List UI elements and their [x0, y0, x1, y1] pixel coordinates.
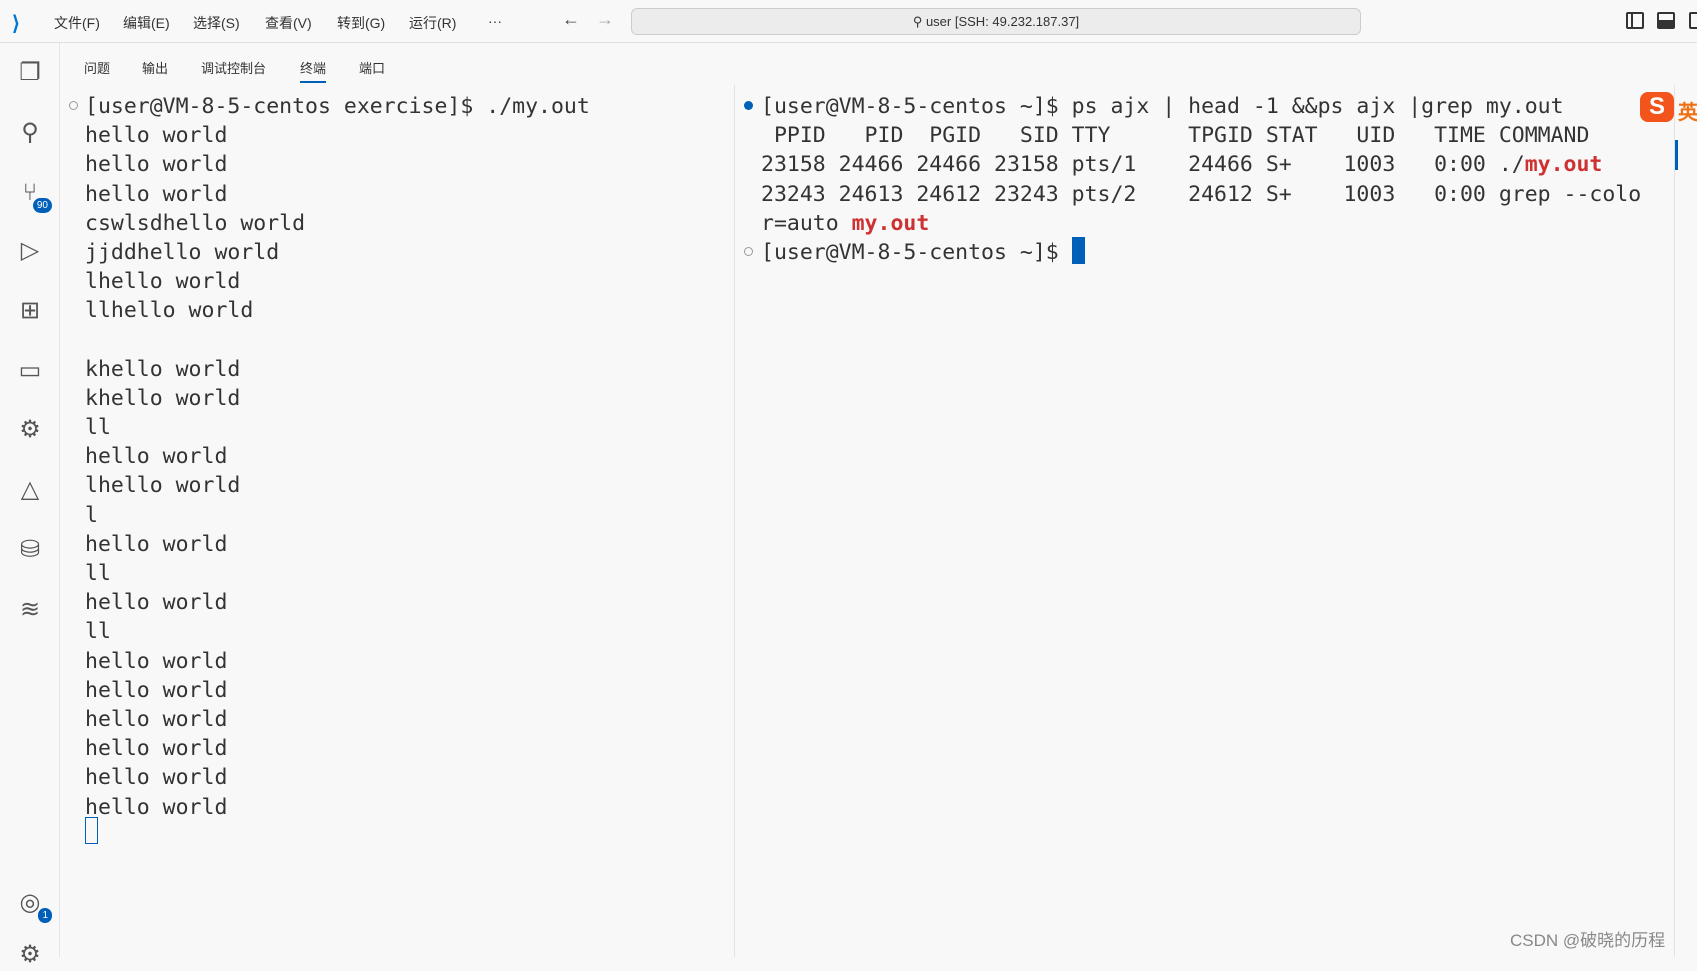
terminal-line: ll	[85, 415, 111, 441]
ime-label: 英	[1678, 102, 1697, 124]
terminal-line: ll	[85, 619, 111, 645]
terminal-line: lhello world	[85, 269, 241, 295]
terminal-line: cswlsdhello world	[85, 210, 306, 236]
source-control-badge: 90	[32, 198, 52, 213]
terminal-line: 23158 24466 24466 23158 pts/1 24466 S+ 1…	[761, 150, 1641, 179]
match-highlight: my.out	[851, 210, 930, 236]
menu-edit[interactable]: 编辑(E)	[123, 13, 170, 33]
match-highlight: my.out	[1524, 152, 1603, 178]
toggle-secondary-sidebar-icon[interactable]	[1689, 12, 1697, 29]
line-text: r=auto	[761, 210, 852, 236]
menu-selection[interactable]: 选择(S)	[193, 13, 240, 33]
terminal-line: hello world	[85, 677, 228, 703]
terminal-line: khello world	[85, 356, 241, 382]
vscode-logo-icon: ⟩	[12, 13, 20, 35]
command-status-dot	[744, 101, 753, 110]
terminal-cursor	[1072, 237, 1085, 264]
command-status-dot	[744, 247, 753, 256]
layers-icon[interactable]: ≋	[14, 594, 46, 626]
toggle-sidebar-icon[interactable]	[1626, 12, 1644, 29]
terminal-line: hello world	[85, 531, 228, 557]
terminal-line: 23243 24613 24612 23243 pts/2 24612 S+ 1…	[761, 181, 1642, 207]
terminal-line: hello world	[85, 736, 228, 762]
watermark: CSDN @破晓的历程	[1510, 931, 1666, 950]
terminal-line: PPID PID PGID SID TTY TPGID STAT UID TIM…	[761, 123, 1590, 149]
command-status-dot	[69, 101, 78, 110]
remote-explorer-icon[interactable]: ▭	[14, 355, 46, 387]
cpp-config-icon[interactable]: ⚙	[14, 414, 46, 446]
tab-output[interactable]: 输出	[142, 58, 168, 77]
terminal-line: l	[85, 502, 98, 528]
terminal-line: hello world	[85, 152, 228, 178]
menu-file[interactable]: 文件(F)	[54, 13, 100, 33]
menu-run[interactable]: 运行(R)	[409, 13, 456, 33]
toggle-panel-icon[interactable]	[1657, 12, 1675, 29]
menu-view[interactable]: 查看(V)	[265, 13, 312, 33]
terminal-line: lhello world	[85, 473, 241, 499]
manage-gear-icon[interactable]: ⚙	[14, 939, 46, 971]
terminal-line: hello world	[85, 444, 228, 470]
terminal-cursor	[85, 817, 98, 844]
right-terminal-output[interactable]: [user@VM-8-5-centos ~]$ ps ajx | head -1…	[761, 92, 1641, 267]
terminal-line: hello world	[85, 765, 228, 791]
terminal-line: hello world	[85, 706, 228, 732]
extensions-icon[interactable]: ⊞	[14, 295, 46, 327]
terminal-tabs-strip[interactable]	[1674, 85, 1697, 957]
terminal-line: [user@VM-8-5-centos ~]$	[761, 240, 1072, 266]
activity-bar: ❐ ⚲ ⑂ 90 ▷ ⊞ ▭ ⚙ △ ⛁ ≋ ◎ 1 ⚙	[0, 43, 60, 968]
tab-ports[interactable]: 端口	[359, 58, 385, 77]
terminal-split-divider[interactable]	[734, 85, 735, 957]
terminal-line: [user@VM-8-5-centos ~]$ ps ajx | head -1…	[761, 94, 1564, 119]
sogou-logo-icon: S	[1640, 92, 1674, 122]
search-icon[interactable]: ⚲	[14, 117, 46, 149]
tab-terminal[interactable]: 终端	[300, 58, 327, 83]
terminal-line: khello world	[85, 385, 241, 411]
terminal-line: hello world	[85, 590, 228, 616]
database-icon[interactable]: ⛁	[14, 534, 46, 566]
cmake-icon[interactable]: △	[14, 474, 46, 506]
forward-arrow-icon[interactable]: →	[596, 9, 614, 30]
title-bar: ⟩ 文件(F) 编辑(E) 选择(S) 查看(V) 转到(G) 运行(R) ··…	[0, 0, 1697, 43]
left-terminal-output[interactable]: [user@VM-8-5-centos exercise]$ ./my.out h…	[85, 92, 590, 822]
tab-problems[interactable]: 问题	[84, 58, 110, 77]
search-label: user [SSH: 49.232.187.37]	[925, 14, 1080, 29]
terminal-line: hello world	[85, 123, 228, 149]
ime-indicator[interactable]: S英	[1640, 88, 1697, 128]
menu-more[interactable]: ···	[488, 13, 502, 29]
menu-go[interactable]: 转到(G)	[337, 13, 385, 33]
command-center-search[interactable]: ⚲ user [SSH: 49.232.187.37]	[631, 8, 1361, 35]
accounts-badge: 1	[38, 908, 52, 923]
terminal-line: ll	[85, 561, 111, 586]
tab-debug-console[interactable]: 调试控制台	[201, 58, 266, 77]
line-text: 23158 24466 24466 23158 pts/1 24466 S+ 1…	[761, 152, 1525, 178]
run-debug-icon[interactable]: ▷	[14, 235, 46, 267]
terminal-line: [user@VM-8-5-centos exercise]$ ./my.out	[85, 94, 590, 119]
terminal-line: llhello world	[85, 298, 254, 324]
search-icon: ⚲	[912, 14, 926, 29]
terminal-line: hello world	[85, 648, 228, 674]
terminal-line: hello world	[85, 794, 228, 820]
terminal-line: hello world	[85, 181, 228, 207]
accounts-icon[interactable]: ◎ 1	[14, 887, 52, 923]
back-arrow-icon[interactable]: ←	[562, 9, 580, 30]
explorer-icon[interactable]: ❐	[14, 57, 46, 89]
source-control-icon[interactable]: ⑂ 90	[14, 177, 52, 213]
terminal-line: r=auto my.out	[761, 209, 1641, 238]
terminal-line: jjddhello world	[85, 239, 280, 265]
